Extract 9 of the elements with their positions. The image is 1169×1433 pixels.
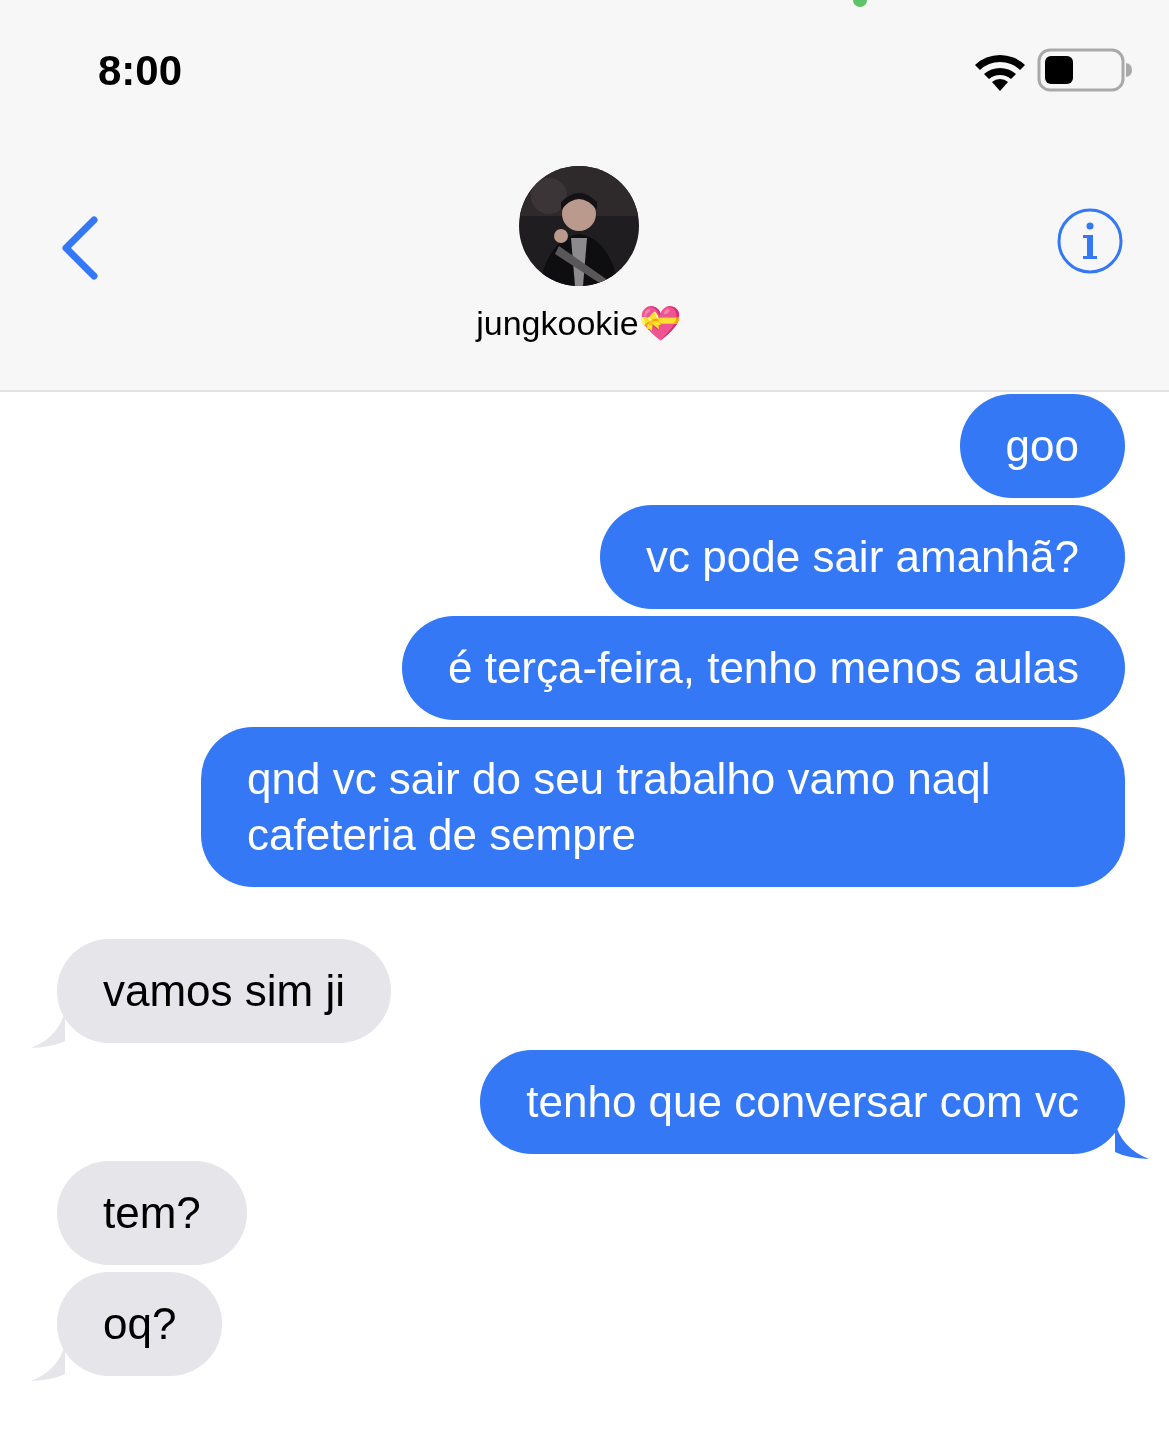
contact-name[interactable]: jungkookie💝 xyxy=(476,298,681,349)
message-bubble: goo xyxy=(959,394,1125,498)
message-bubble: tem? xyxy=(57,1161,247,1265)
message-bubble: é terça-feira, tenho menos aulas xyxy=(401,616,1125,720)
info-icon[interactable] xyxy=(1057,208,1123,274)
status-time: 8:00 xyxy=(98,45,183,96)
battery-icon xyxy=(1037,48,1133,92)
message-bubble: qnd vc sair do seu trabalho vamo naql cafeteria de sempre xyxy=(201,727,1125,887)
message-bubble: vc pode sair amanhã? xyxy=(600,505,1125,609)
